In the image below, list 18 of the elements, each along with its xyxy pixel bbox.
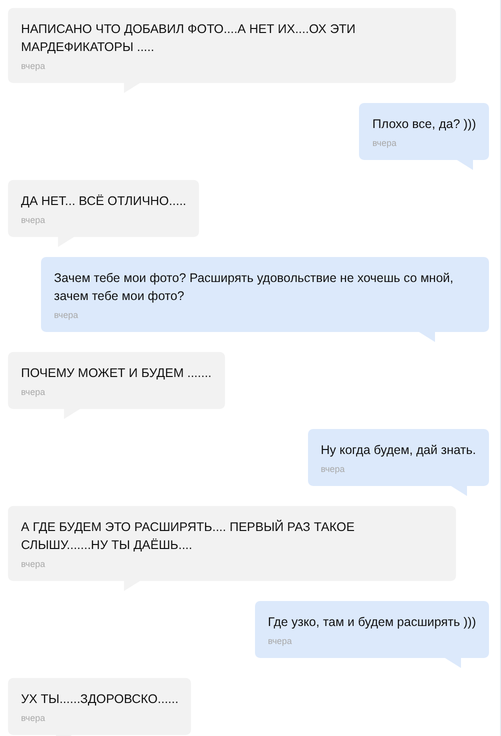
message-time: вчера [21,214,46,227]
message-time: вчера [21,386,46,399]
message-text: Ну когда будем, дай знать. [320,442,476,459]
message-time: вчера [54,309,80,322]
message-text: УХ ТЫ......ЗДОРОВСКО...... [21,691,178,708]
message-text: ДА НЕТ... ВСЁ ОТЛИЧНО..... [21,193,186,210]
message-text: ПОЧЕМУ МОЖЕТ И БУДЕМ ....... [21,365,212,382]
message-text: НАПИСАНО ЧТО ДОБАВИЛ ФОТО....А НЕТ ИХ....ОХ ЭТИ МАРДЕФИКАТОРЫ ..... [21,21,357,56]
message-time: вчера [21,558,46,571]
message-time: вчера [268,635,293,648]
message-text: А ГДЕ БУДЕМ ЭТО РАСШИРЯТЬ.... ПЕРВЫЙ РАЗ ТАКОЕ СЛЫШУ.......НУ ТЫ ДАЁШЬ.... [21,518,356,554]
message-time: вчера [21,712,46,725]
message-text: Зачем тебе мои фото? Расширять удовольствие не хочешь со мной, зачем тебе мои фото? [54,270,454,305]
message-text: Плохо все, да? ))) [372,116,476,133]
message-time: вчера [21,60,46,73]
message-time: вчера [320,463,346,476]
message-time: вчера [372,137,398,150]
message-text: Где узко, там и будем расширять ))) [268,614,476,631]
